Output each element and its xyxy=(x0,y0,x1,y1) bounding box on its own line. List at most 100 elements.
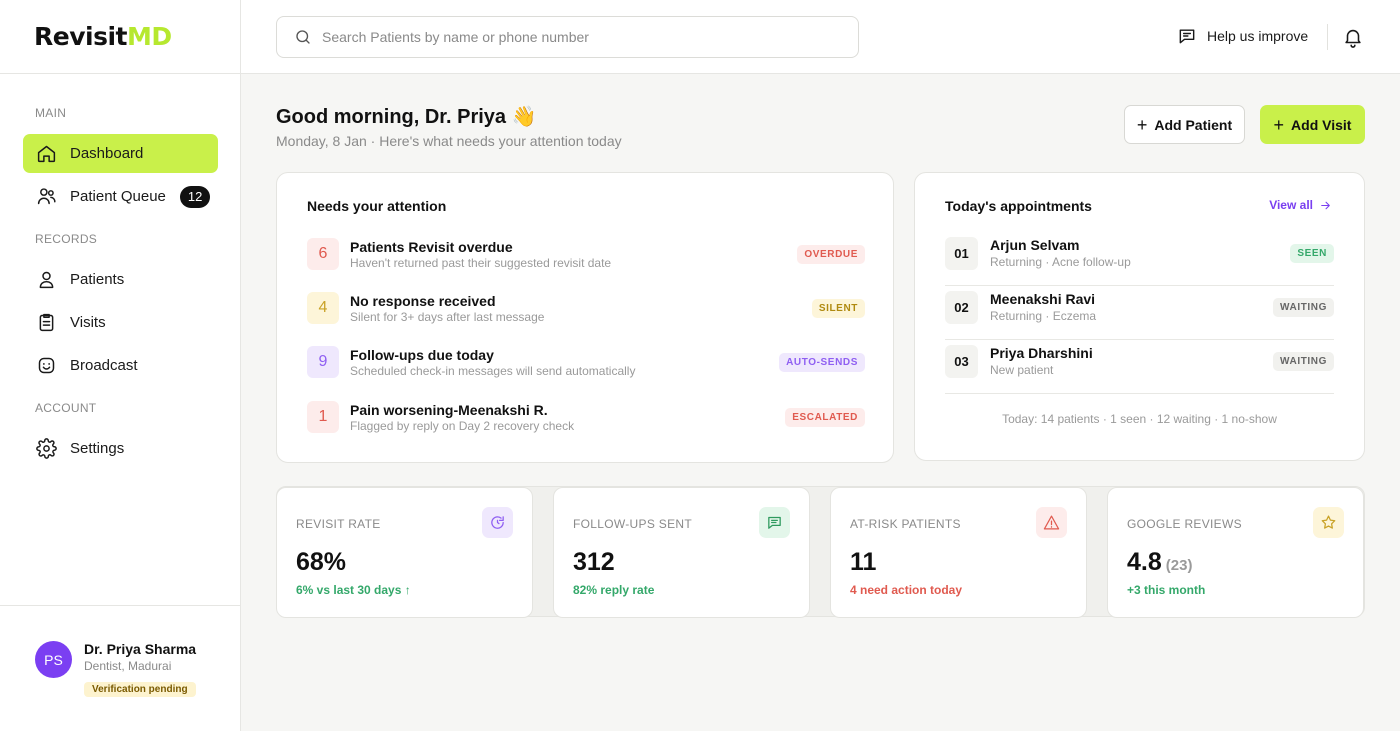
plus-icon: + xyxy=(1273,114,1285,135)
clipboard-icon xyxy=(35,312,57,334)
logo-text: Revisit xyxy=(34,22,127,51)
appointment-number: 02 xyxy=(945,291,978,324)
sidebar-item-label: Broadcast xyxy=(70,357,138,374)
stat-label: FOLLOW-UPS SENT xyxy=(573,517,692,531)
section-label-account: ACCOUNT xyxy=(35,401,97,415)
status-badge: WAITING xyxy=(1273,352,1334,371)
bell-icon xyxy=(1345,29,1361,48)
star-icon xyxy=(1313,507,1344,538)
stat-label: AT-RISK PATIENTS xyxy=(850,517,961,531)
sidebar-item-dashboard[interactable]: Dashboard xyxy=(23,134,218,173)
appointment-detail: New patient xyxy=(990,363,1054,377)
appointment-patient-name: Meenakshi Ravi xyxy=(990,291,1096,307)
attention-title: Needs your attention xyxy=(307,198,447,214)
appointment-detail: Returning · Acne follow-up xyxy=(990,255,1131,269)
appointment-number: 03 xyxy=(945,345,978,378)
status-badge: WAITING xyxy=(1273,298,1334,317)
sidebar-item-visits[interactable]: Visits xyxy=(23,303,218,342)
profile-name: Dr. Priya Sharma xyxy=(84,641,197,657)
stat-label: GOOGLE REVIEWS xyxy=(1127,517,1242,531)
attention-item-title: Follow-ups due today xyxy=(350,347,494,363)
avatar: PS xyxy=(35,641,72,678)
refresh-icon xyxy=(482,507,513,538)
add-visit-label: Add Visit xyxy=(1291,116,1352,133)
sidebar-item-label: Patients xyxy=(70,271,125,288)
list-item[interactable]: 9 Follow-ups due today Scheduled check-i… xyxy=(307,345,865,379)
queue-count-badge: 12 xyxy=(179,185,211,208)
help-improve-button[interactable]: Help us improve xyxy=(1177,26,1308,46)
attention-item-title: Patients Revisit overdue xyxy=(350,239,513,255)
attention-count: 4 xyxy=(307,292,339,324)
plus-icon: + xyxy=(1136,114,1148,135)
appointments-card: Today's appointments View all 01 Arjun S… xyxy=(914,172,1365,461)
page-subtitle: Monday, 8 Jan · Here's what needs your a… xyxy=(276,133,622,149)
stat-note: 82% reply rate xyxy=(573,583,655,597)
search-icon xyxy=(296,30,310,44)
list-item[interactable]: 1 Pain worsening-Meenakshi R. Flagged by… xyxy=(307,400,865,434)
rating-value: 4.8 xyxy=(1127,548,1162,576)
profile-card[interactable]: PS Dr. Priya Sharma Dentist, Madurai Ver… xyxy=(0,605,240,731)
stat-label: REVISIT RATE xyxy=(296,517,381,531)
add-visit-button[interactable]: + Add Visit xyxy=(1260,105,1365,144)
status-badge: SEEN xyxy=(1290,244,1334,263)
topbar: Help us improve xyxy=(241,0,1400,74)
smile-icon xyxy=(35,355,57,377)
stat-card-at-risk[interactable]: AT-RISK PATIENTS 11 4 need action today xyxy=(830,487,1087,618)
attention-card: Needs your attention 6 Patients Revisit … xyxy=(276,172,894,463)
sidebar: Revisit MD MAIN Dashboard Patient Queue 1… xyxy=(0,0,241,731)
list-item[interactable]: 6 Patients Revisit overdue Haven't retur… xyxy=(307,237,865,271)
add-patient-label: Add Patient xyxy=(1154,116,1233,133)
user-icon xyxy=(35,269,57,291)
sidebar-item-broadcast[interactable]: Broadcast xyxy=(23,346,218,385)
sidebar-item-label: Settings xyxy=(70,440,125,457)
stat-note: 4 need action today xyxy=(850,583,963,597)
warning-icon xyxy=(1036,507,1067,538)
section-label-main: MAIN xyxy=(35,106,67,120)
logo-text-accent: MD xyxy=(126,22,172,51)
stat-card-revisit-rate[interactable]: REVISIT RATE 68% 6% vs last 30 days ↑ xyxy=(276,487,533,618)
page-title: Good morning, Dr. Priya 👋 xyxy=(276,106,537,128)
appointment-patient-name: Priya Dharshini xyxy=(990,345,1093,361)
sidebar-item-patients[interactable]: Patients xyxy=(23,260,218,299)
stat-card-google-reviews[interactable]: GOOGLE REVIEWS 4.8 (23) +3 this month xyxy=(1107,487,1364,618)
section-label-records: RECORDS xyxy=(35,232,98,246)
stat-note: 6% vs last 30 days ↑ xyxy=(296,583,411,597)
feedback-icon xyxy=(1179,29,1195,44)
attention-count: 1 xyxy=(307,401,339,433)
table-row[interactable]: 01 Arjun Selvam Returning · Acne follow-… xyxy=(945,233,1334,286)
gear-icon xyxy=(35,438,57,460)
sidebar-item-settings[interactable]: Settings xyxy=(23,429,218,468)
status-badge: OVERDUE xyxy=(797,245,865,264)
verification-badge: Verification pending xyxy=(84,682,196,697)
review-count: (23) xyxy=(1165,557,1193,574)
topbar-divider xyxy=(1327,24,1328,50)
attention-item-title: No response received xyxy=(350,293,496,309)
attention-count: 6 xyxy=(307,238,339,270)
view-all-link[interactable]: View all xyxy=(1269,198,1332,212)
attention-item-title: Pain worsening-Meenakshi R. xyxy=(350,402,548,418)
attention-item-subtitle: Scheduled check-in messages will send au… xyxy=(350,364,636,378)
appointment-patient-name: Arjun Selvam xyxy=(990,237,1080,253)
message-icon xyxy=(759,507,790,538)
view-all-label: View all xyxy=(1269,198,1313,212)
add-patient-button[interactable]: + Add Patient xyxy=(1124,105,1245,144)
appointment-number: 01 xyxy=(945,237,978,270)
notifications-button[interactable] xyxy=(1342,26,1364,48)
table-row[interactable]: 02 Meenakshi Ravi Returning · Eczema WAI… xyxy=(945,287,1334,340)
table-row[interactable]: 03 Priya Dharshini New patient WAITING xyxy=(945,341,1334,394)
stat-card-follow-ups[interactable]: FOLLOW-UPS SENT 312 82% reply rate xyxy=(553,487,810,618)
status-badge: AUTO-SENDS xyxy=(779,353,865,372)
stat-value: 11 xyxy=(850,548,877,576)
search-box[interactable] xyxy=(276,16,859,58)
stats-row: REVISIT RATE 68% 6% vs last 30 days ↑ FO… xyxy=(276,486,1365,618)
list-item[interactable]: 4 No response received Silent for 3+ day… xyxy=(307,291,865,325)
arrow-right-icon xyxy=(1321,201,1330,209)
stat-value: 312 xyxy=(573,548,615,576)
sidebar-item-patient-queue[interactable]: Patient Queue 12 xyxy=(23,177,218,216)
attention-count: 9 xyxy=(307,346,339,378)
profile-role: Dentist, Madurai xyxy=(84,659,172,673)
appointments-title: Today's appointments xyxy=(945,198,1092,214)
logo[interactable]: Revisit MD xyxy=(0,0,240,74)
attention-item-subtitle: Silent for 3+ days after last message xyxy=(350,310,545,324)
search-input[interactable] xyxy=(322,29,842,45)
